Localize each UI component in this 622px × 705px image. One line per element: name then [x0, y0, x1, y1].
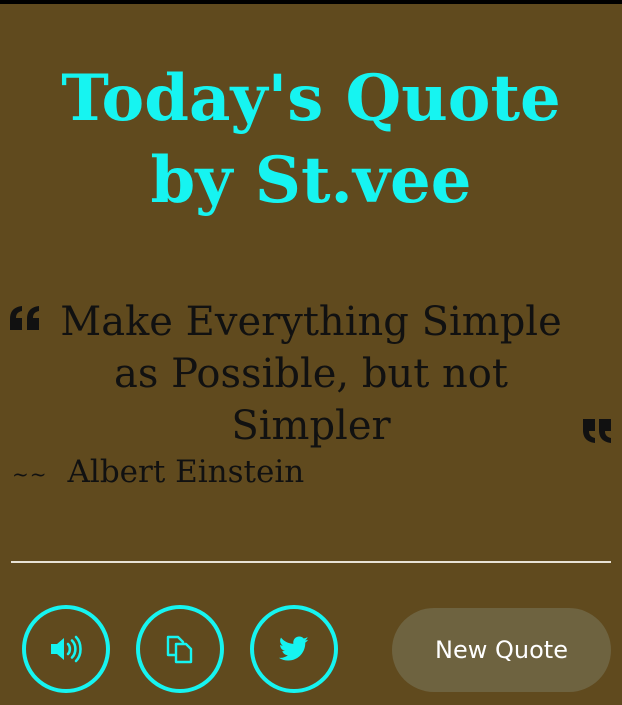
twitter-icon	[279, 636, 309, 661]
author-prefix: ~~	[12, 461, 48, 486]
quote-open-icon	[10, 306, 39, 330]
copy-button[interactable]	[136, 605, 224, 693]
top-border	[0, 0, 622, 4]
speak-button[interactable]	[22, 605, 110, 693]
author-name: Albert Einstein	[67, 454, 305, 490]
speaker-icon	[51, 635, 82, 663]
copy-icon	[166, 635, 193, 664]
quote-author: ~~ Albert Einstein	[12, 452, 304, 494]
new-quote-button[interactable]: New Quote	[392, 608, 611, 692]
page-title: Today's Quote by St.vee	[0, 58, 622, 222]
title-line-1: Today's Quote	[61, 61, 561, 136]
quote-close-icon	[583, 419, 611, 443]
tweet-button[interactable]	[250, 605, 338, 693]
title-line-2: by St.vee	[150, 143, 472, 218]
quote-text: Make Everything Simple as Possible, but …	[60, 299, 562, 449]
divider	[11, 561, 611, 563]
